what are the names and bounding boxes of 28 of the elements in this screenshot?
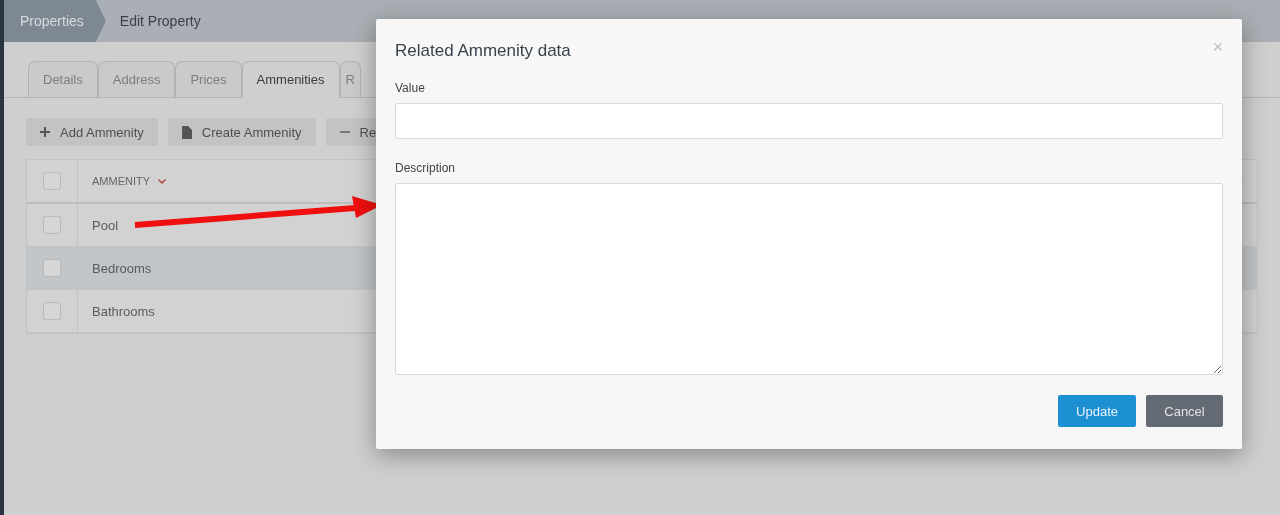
breadcrumb-item[interactable]: Edit Property <box>105 0 215 42</box>
description-field[interactable] <box>395 183 1223 375</box>
checkbox[interactable] <box>43 302 61 320</box>
table-cell-text: Bedrooms <box>91 259 152 278</box>
table-cell-text: Pool <box>91 216 119 235</box>
checkbox[interactable] <box>43 216 61 234</box>
table-cell-text: Bathrooms <box>91 302 155 321</box>
tab[interactable]: Prices <box>175 61 242 98</box>
checkbox[interactable] <box>43 259 61 277</box>
cancel-button[interactable]: Cancel <box>1146 395 1223 427</box>
field-label: Value <box>395 81 425 95</box>
tab[interactable]: Details <box>28 61 98 98</box>
breadcrumb-item[interactable]: Properties <box>4 0 106 42</box>
value-field[interactable] <box>395 103 1223 139</box>
tab[interactable]: Address <box>97 61 176 98</box>
minus-icon <box>339 131 350 133</box>
dialog-title: Related Ammenity data <box>395 41 571 61</box>
update-button[interactable]: Update <box>1058 395 1136 427</box>
tab[interactable]: Ammenities <box>241 61 340 98</box>
plus-icon <box>40 127 50 137</box>
caret-icon[interactable] <box>158 178 167 184</box>
checkbox[interactable] <box>43 172 61 190</box>
toolbar-button[interactable]: Create Ammenity <box>167 118 316 146</box>
field-label: Description <box>395 161 456 175</box>
toolbar-button[interactable]: Add Ammenity <box>26 118 158 146</box>
column-header[interactable]: AMMENITY <box>92 175 151 187</box>
document-icon <box>181 125 192 139</box>
tab[interactable]: R <box>339 61 361 98</box>
